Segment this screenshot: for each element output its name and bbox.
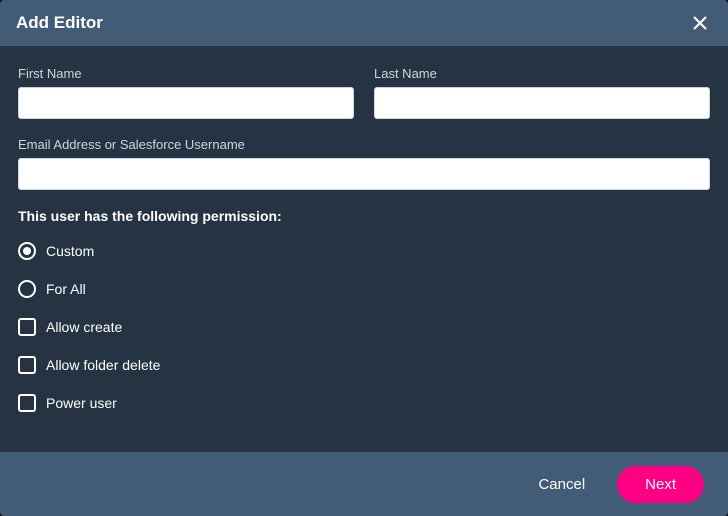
close-button[interactable] — [688, 11, 712, 35]
permission-option-label: Power user — [46, 395, 117, 411]
permission-option-allow-folder-delete[interactable]: Allow folder delete — [18, 356, 710, 374]
permission-option-for-all[interactable]: For All — [18, 280, 710, 298]
permission-option-allow-create[interactable]: Allow create — [18, 318, 710, 336]
dialog-body: First Name Last Name Email Address or Sa… — [0, 46, 728, 452]
permission-option-label: Allow create — [46, 319, 122, 335]
add-editor-dialog: Add Editor First Name Last Name Email Ad… — [0, 0, 728, 516]
permission-option-power-user[interactable]: Power user — [18, 394, 710, 412]
permission-option-label: Custom — [46, 243, 94, 259]
checkbox-icon — [18, 394, 36, 412]
dialog-header: Add Editor — [0, 0, 728, 46]
email-label: Email Address or Salesforce Username — [18, 137, 710, 152]
first-name-label: First Name — [18, 66, 354, 81]
email-field-group: Email Address or Salesforce Username — [18, 137, 710, 190]
permissions-heading: This user has the following permission: — [18, 208, 710, 224]
permission-option-custom[interactable]: Custom — [18, 242, 710, 260]
checkbox-icon — [18, 356, 36, 374]
email-input[interactable] — [18, 158, 710, 190]
permission-option-label: Allow folder delete — [46, 357, 160, 373]
cancel-button[interactable]: Cancel — [530, 472, 593, 497]
last-name-label: Last Name — [374, 66, 710, 81]
last-name-input[interactable] — [374, 87, 710, 119]
last-name-field-group: Last Name — [374, 66, 710, 119]
radio-icon — [18, 242, 36, 260]
next-button[interactable]: Next — [617, 466, 704, 503]
first-name-input[interactable] — [18, 87, 354, 119]
radio-icon — [18, 280, 36, 298]
permission-option-label: For All — [46, 281, 86, 297]
first-name-field-group: First Name — [18, 66, 354, 119]
close-icon — [693, 16, 707, 30]
dialog-title: Add Editor — [16, 13, 103, 33]
dialog-footer: Cancel Next — [0, 452, 728, 516]
checkbox-icon — [18, 318, 36, 336]
